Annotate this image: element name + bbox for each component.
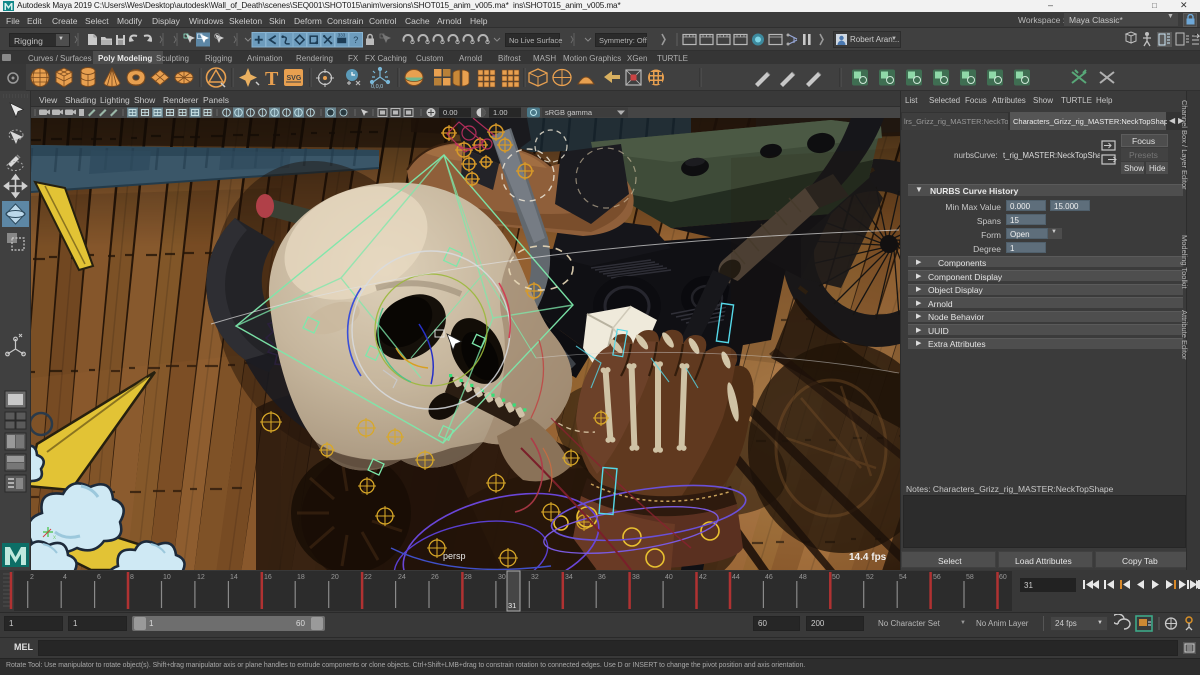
svg-text:26: 26 <box>431 574 439 581</box>
svg-text:32: 32 <box>531 574 539 581</box>
svg-text:42: 42 <box>699 574 707 581</box>
svg-text:?: ? <box>353 35 358 45</box>
svg-text:28: 28 <box>464 574 472 581</box>
svg-text:14.4 fps: 14.4 fps <box>849 552 887 563</box>
svg-text:31: 31 <box>508 601 516 610</box>
svg-text:333: 333 <box>338 33 346 38</box>
svg-text:56: 56 <box>933 574 941 581</box>
svg-text:58: 58 <box>966 574 974 581</box>
svg-text:16: 16 <box>264 574 272 581</box>
svg-text:persp: persp <box>443 551 466 561</box>
svg-text:36: 36 <box>598 574 606 581</box>
svg-text:6: 6 <box>97 574 101 581</box>
svg-text:34: 34 <box>565 574 573 581</box>
svg-text:sRGB gamma: sRGB gamma <box>545 108 593 117</box>
svg-text:54: 54 <box>899 574 907 581</box>
svg-text:44: 44 <box>732 574 740 581</box>
svg-text:46: 46 <box>765 574 773 581</box>
svg-text:20: 20 <box>331 574 339 581</box>
svg-text:30: 30 <box>498 574 506 581</box>
svg-text:0.00: 0.00 <box>443 108 458 117</box>
svg-text:31: 31 <box>1024 581 1033 590</box>
svg-text:1.00: 1.00 <box>493 108 508 117</box>
svg-text:4: 4 <box>63 574 67 581</box>
svg-text:T: T <box>265 68 279 90</box>
svg-text:50: 50 <box>832 574 840 581</box>
svg-text:8: 8 <box>130 574 134 581</box>
svg-text:SVG: SVG <box>287 75 302 82</box>
svg-text:12: 12 <box>197 574 205 581</box>
svg-text:x: x <box>53 535 56 541</box>
svg-text:18: 18 <box>297 574 305 581</box>
svg-text:10: 10 <box>163 574 171 581</box>
svg-text:52: 52 <box>866 574 874 581</box>
svg-text:60: 60 <box>999 574 1007 581</box>
svg-text:2: 2 <box>30 574 34 581</box>
svg-text:14: 14 <box>230 574 238 581</box>
svg-text:40: 40 <box>665 574 673 581</box>
svg-text:38: 38 <box>632 574 640 581</box>
svg-text:48: 48 <box>799 574 807 581</box>
svg-text:22: 22 <box>364 574 372 581</box>
svg-text:0,0,0: 0,0,0 <box>371 84 383 90</box>
svg-text:24: 24 <box>398 574 406 581</box>
